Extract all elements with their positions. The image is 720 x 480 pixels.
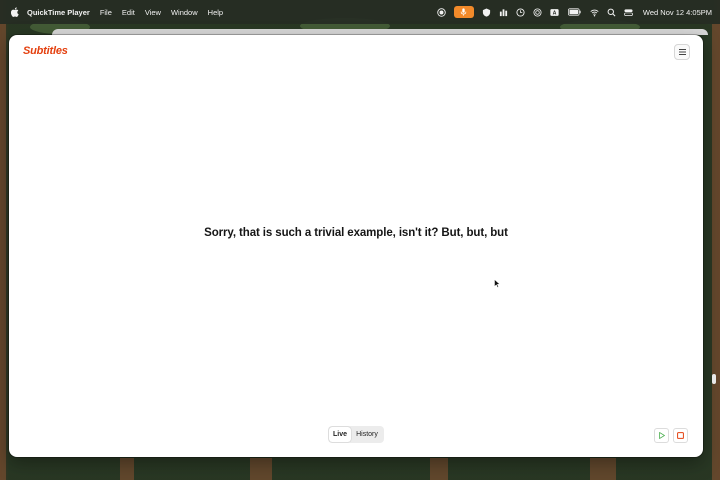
circle-target-icon[interactable] <box>530 0 546 24</box>
search-icon[interactable] <box>604 0 620 24</box>
apple-logo-icon[interactable] <box>9 0 21 24</box>
menu-app-name[interactable]: QuickTime Player <box>27 8 90 17</box>
record-icon[interactable] <box>434 0 450 24</box>
mode-switcher: Live History <box>328 426 384 443</box>
menu-window[interactable]: Window <box>171 8 198 17</box>
subtitle-caption: Sorry, that is such a trivial example, i… <box>204 227 508 239</box>
shield-icon[interactable] <box>479 0 495 24</box>
menu-file[interactable]: File <box>100 8 112 17</box>
bars-icon[interactable] <box>496 0 512 24</box>
tab-history[interactable]: History <box>351 427 383 442</box>
menu-bar: QuickTime Player File Edit View Window H… <box>0 0 720 24</box>
control-center-icon[interactable] <box>621 0 637 24</box>
play-icon <box>658 432 665 439</box>
menu-edit[interactable]: Edit <box>122 8 135 17</box>
menu-view[interactable]: View <box>145 8 161 17</box>
keyboard-a-icon[interactable]: A <box>547 0 563 24</box>
hamburger-menu-icon <box>678 49 686 55</box>
play-button[interactable] <box>654 428 669 443</box>
scrollbar-thumb[interactable] <box>712 374 716 384</box>
microphone-icon[interactable] <box>453 6 474 18</box>
menu-button[interactable] <box>674 44 690 60</box>
stop-icon <box>677 432 684 439</box>
status-area: A Wed Nov 12 4:05PM <box>433 0 720 24</box>
tab-live[interactable]: Live <box>329 427 351 442</box>
battery-icon[interactable] <box>564 0 586 24</box>
mouse-pointer-icon <box>494 279 500 288</box>
clock-icon[interactable] <box>513 0 529 24</box>
stop-button[interactable] <box>673 428 688 443</box>
wifi-icon[interactable] <box>587 0 603 24</box>
subtitles-window: Subtitles Sorry, that is such a trivial … <box>9 35 703 457</box>
menubar-clock[interactable]: Wed Nov 12 4:05PM <box>643 8 712 17</box>
svg-text:A: A <box>553 10 557 16</box>
menu-help[interactable]: Help <box>208 8 223 17</box>
window-title: Subtitles <box>23 45 68 57</box>
